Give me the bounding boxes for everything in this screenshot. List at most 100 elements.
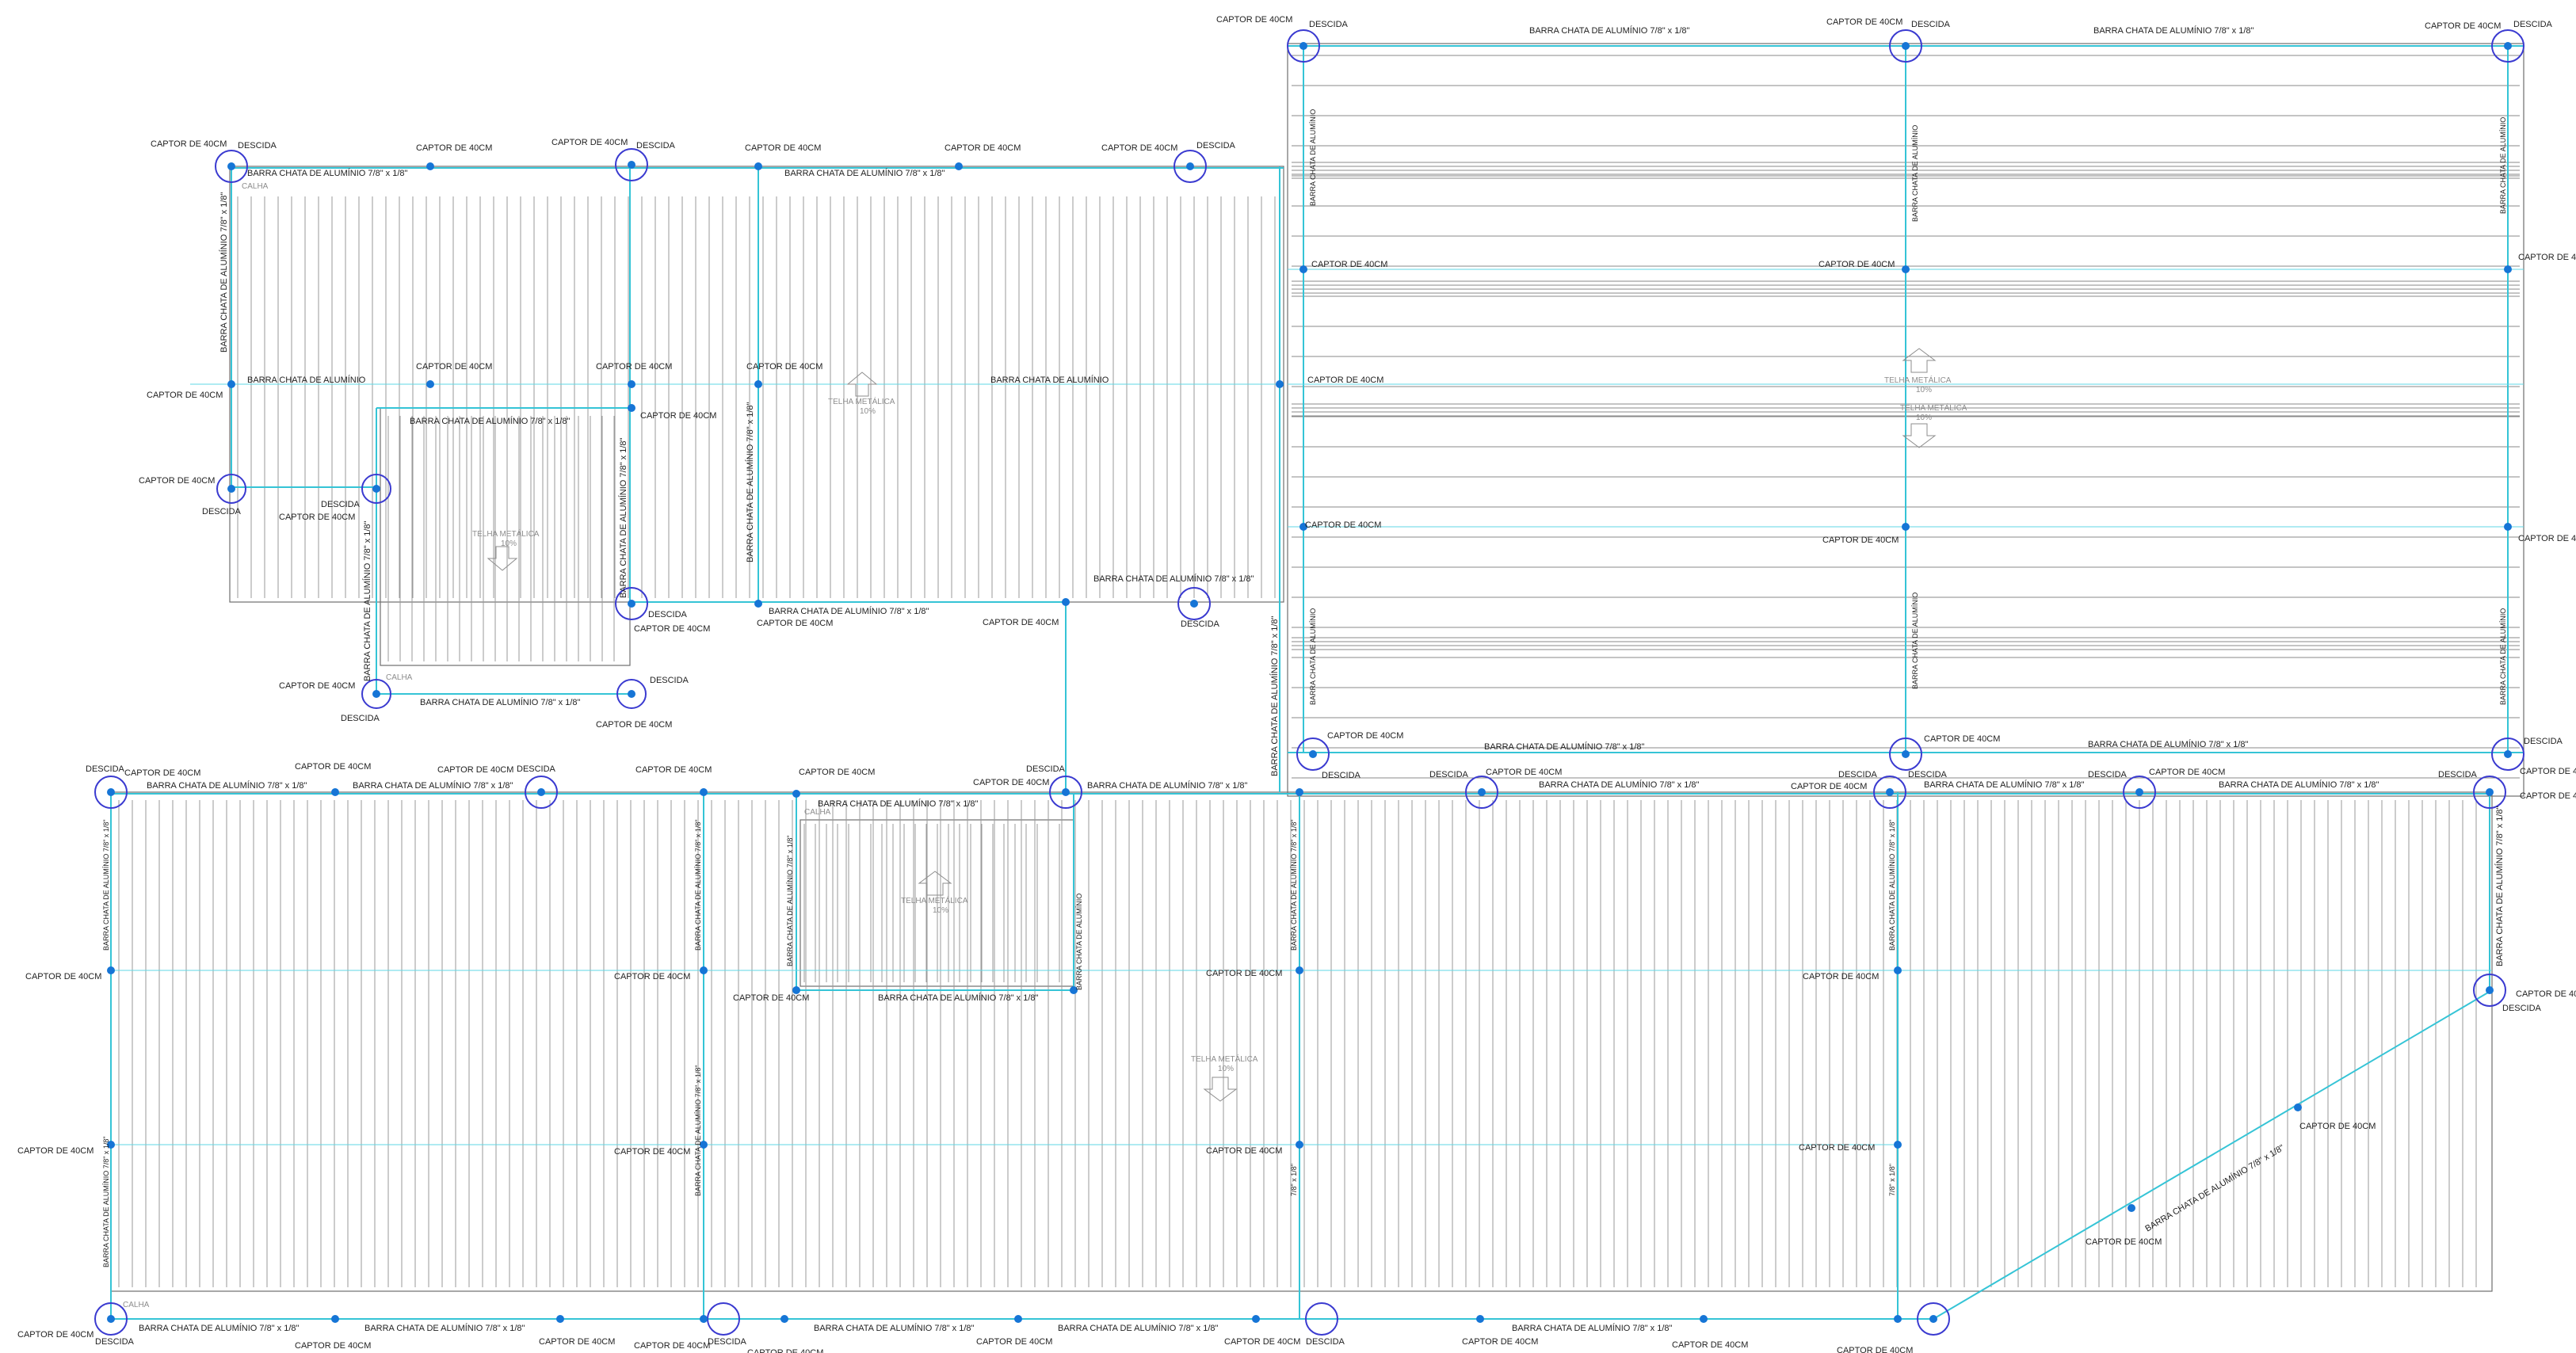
barra-label: BARRA CHATA DE ALUMÍNIO 7/8" x 1/8" — [1529, 25, 1690, 36]
captor-node-icon — [2504, 750, 2512, 758]
descida-label: DESCIDA — [95, 1337, 135, 1347]
captor-label: CAPTOR DE 40CM — [747, 1348, 823, 1353]
slope-arrow-up-icon — [1902, 348, 1937, 373]
captor-label: CAPTOR DE 40CM — [295, 762, 371, 772]
captor-node-icon — [1478, 788, 1486, 796]
roof-lightning-protection-plan: CAPTOR DE 40CM DESCIDA CAPTOR DE 40CM CA… — [17, 15, 2576, 1353]
captor-node-icon — [372, 690, 380, 698]
barra-label: BARRA CHATA DE ALUMÍNIO 7/8" x 1/8" — [410, 416, 571, 426]
barra-vertical-label: BARRA CHATA DE ALUMÍNIO — [1309, 109, 1317, 206]
captor-label: CAPTOR DE 40CM — [799, 768, 875, 777]
captor-label: CAPTOR DE 40CM — [1206, 969, 1282, 978]
calha-label: CALHA — [386, 673, 413, 682]
barra-vertical-label: BARRA CHATA DE ALUMÍNIO 7/8" x 1/8" — [694, 1065, 702, 1196]
captor-node-icon — [227, 162, 235, 170]
captor-node-icon — [426, 162, 434, 170]
barra-label: BARRA CHATA DE ALUMÍNIO 7/8" x 1/8" — [2219, 779, 2379, 790]
captor-label: CAPTOR DE 4 — [2518, 253, 2576, 262]
captor-label: CAPTOR DE 40CM — [614, 972, 690, 981]
telha-label: TELHA METÁLICA — [1900, 402, 1967, 413]
captor-node-icon — [1252, 1315, 1260, 1323]
slope-arrow-down-icon — [1203, 1077, 1238, 1102]
descida-label: DESCIDA — [2513, 20, 2553, 29]
captor-label: CAPTOR DE 40CM — [1837, 1346, 1913, 1353]
captor-label: CAPTOR DE 40CM — [1826, 17, 1902, 27]
captor-node-icon — [2294, 1103, 2302, 1111]
captor-label: CAPTOR DE 40CM — [1216, 15, 1292, 25]
captor-label: CAPTOR DE 40CM — [634, 1341, 710, 1351]
captor-label: CAPTOR DE 40CM — [1327, 731, 1403, 741]
barra-label: BARRA CHATA DE ALUMÍNIO 7/8" x 1/8" — [878, 993, 1039, 1003]
descida-label: DESCIDA — [2502, 1004, 2542, 1013]
captor-node-icon — [1902, 265, 1910, 273]
roof-lower — [110, 791, 2493, 1292]
captor-label: CAPTOR DE 40CM — [1791, 782, 1867, 791]
captor-node-icon — [1902, 750, 1910, 758]
captor-node-icon — [372, 485, 380, 493]
captor-label: CAPTOR DE 40CM — [635, 765, 712, 775]
descida-label: DESCIDA — [1429, 770, 1469, 779]
captor-label: CAPTOR DE 40CM — [1305, 520, 1381, 530]
captor-node-icon — [107, 966, 115, 974]
telha-label: TELHA METÁLICA — [1884, 375, 1952, 385]
telha-label: TELHA METÁLICA — [828, 396, 895, 406]
barra-vertical-label: BARRA CHATA DE ALUMÍNIO — [2499, 608, 2507, 705]
barra-vertical-label: BARRA CHATA DE ALUMÍNIO 7/8" x 1/8" — [745, 402, 755, 562]
captor-label: CAPTOR DE 40CM — [151, 139, 227, 149]
barra-label: BARRA CHATA DE ALUMÍNIO 7/8" x 1/8" — [769, 606, 929, 616]
descida-label: DESCIDA — [517, 764, 556, 774]
descida-label: DESCIDA — [1911, 20, 1951, 29]
barra-vertical-label: BARRA CHATA DE ALUMÍNIO — [1911, 125, 1919, 222]
captor-label: CAPTOR DE 40CM — [596, 362, 672, 372]
calha-label: CALHA — [123, 1301, 150, 1309]
barra-vertical-label: BARRA CHATA DE ALUMÍNIO — [1075, 894, 1083, 990]
barra-vertical-label: BARRA CHATA DE ALUMÍNIO 7/8" x 1/8" — [1888, 819, 1896, 951]
captor-node-icon — [1476, 1315, 1484, 1323]
captor-node-icon — [700, 1315, 708, 1323]
captor-label: CAPTOR DE 40CM — [295, 1341, 371, 1351]
captor-label: CAPTOR DE 40CM — [17, 1330, 93, 1340]
calha-label: CALHA — [242, 182, 269, 191]
slope-label: 10% — [1916, 386, 1932, 394]
captor-label: CAPTOR DE 40CM — [634, 624, 710, 634]
barra-vertical-label: BARRA CHATA DE ALUMÍNIO 7/8" x 1/8" — [786, 835, 794, 966]
captor-node-icon — [792, 790, 800, 798]
barra-label: BARRA CHATA DE ALUMÍNIO 7/8" x 1/8" — [1087, 780, 1248, 791]
captor-node-icon — [1190, 600, 1198, 608]
telha-label: TELHA METÁLICA — [901, 895, 968, 905]
descida-label: DESCIDA — [650, 676, 689, 685]
barra-label: BARRA CHATA DE ALUMÍNIO 7/8" x 1/8" — [1512, 1323, 1673, 1333]
descida-label: DESCIDA — [1322, 771, 1361, 780]
captor-label: CAPTOR DE 40CM — [1101, 143, 1177, 153]
barra-label: BARRA CHATA DE ALUMÍNIO 7/8" x 1/8" — [784, 168, 945, 178]
captor-node-icon — [1902, 523, 1910, 531]
captor-label: CAPTOR DE 40CM — [17, 1146, 93, 1156]
captor-node-icon — [107, 1315, 115, 1323]
barra-label: BARRA CHATA DE ALUMÍNIO 7/8" x 1/8" — [1484, 741, 1645, 752]
captor-node-icon — [1299, 265, 1307, 273]
descida-label: DESCIDA — [2524, 737, 2563, 746]
descida-label: DESCIDA — [341, 714, 380, 723]
barra-vertical-label: BARRA CHATA DE ALUMÍNIO 7/8" x 1/8" — [102, 1136, 110, 1267]
captor-label: CAPTOR DE 40CM — [746, 362, 822, 372]
descida-label: DESCIDA — [708, 1337, 747, 1347]
captor-label: CAPTOR DE 40C — [2518, 534, 2576, 543]
captor-node-icon — [1894, 1315, 1902, 1323]
captor-label: CAPTOR DE 40CM — [1803, 972, 1879, 981]
captor-node-icon — [107, 788, 115, 796]
captor-label: CAPTOR DE 40CM — [1486, 768, 1562, 777]
barra-vertical-label: BARRA CHATA DE ALUMÍNIO 7/8" x 1/8" — [219, 192, 229, 353]
roof-ribs — [118, 55, 2520, 1287]
captor-node-icon — [1062, 788, 1070, 796]
captor-label: CAPTOR DE 40CM — [1924, 734, 2000, 744]
slope-label: 10% — [1916, 414, 1932, 422]
captor-node-icon — [754, 380, 762, 388]
captor-label: CAPTOR DE 40CM — [1818, 260, 1895, 269]
captor-node-icon — [700, 788, 708, 796]
slope-label: 10% — [933, 906, 948, 915]
captor-label: CAPTOR DE 40CM — [25, 972, 101, 981]
captor-node-icon — [955, 162, 963, 170]
descida-label: DESCIDA — [636, 141, 676, 151]
captor-node-icon — [2128, 1204, 2135, 1212]
captor-node-icon — [1296, 1141, 1303, 1149]
